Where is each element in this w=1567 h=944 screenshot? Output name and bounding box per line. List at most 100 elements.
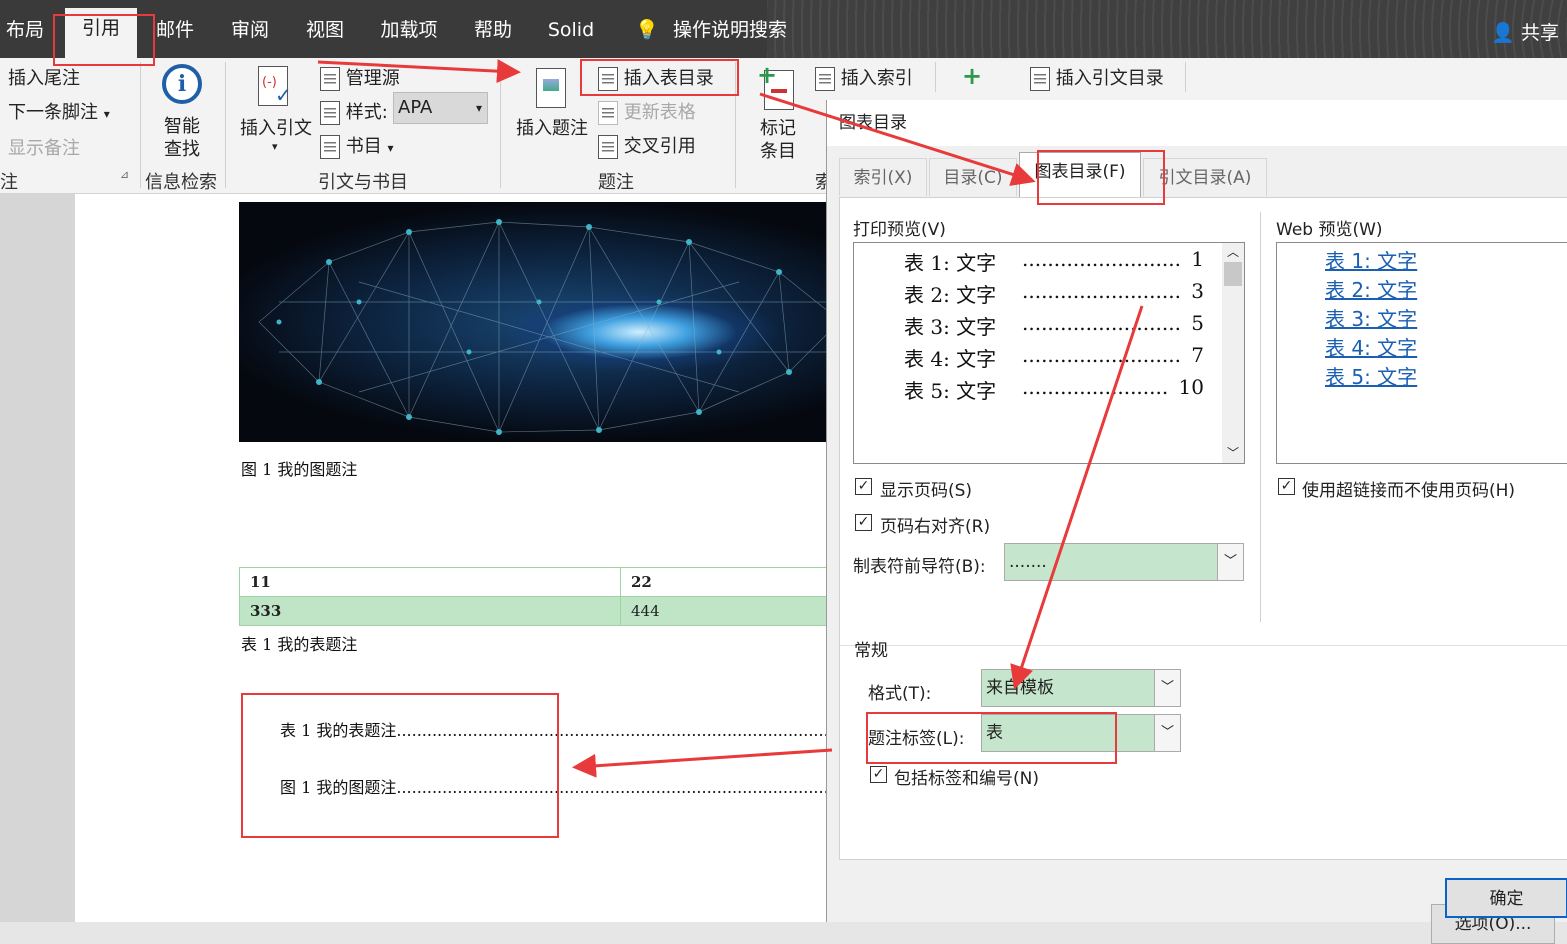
lightbulb-icon: 💡	[635, 19, 659, 41]
chevron-down-icon[interactable]: ▾	[272, 140, 278, 153]
style-icon	[320, 101, 340, 125]
tab-solid[interactable]: Solid	[540, 10, 602, 50]
chevron-down-icon[interactable]: ﹀	[1154, 670, 1180, 706]
smart-lookup-label-2[interactable]: 查找	[164, 135, 200, 161]
citations-group-label: 引文与书目	[318, 172, 408, 193]
table-cell[interactable]: 22	[620, 567, 829, 597]
update-table-icon	[598, 101, 618, 125]
footnotes-group-label: 注	[0, 172, 18, 193]
tab-mailings[interactable]: 邮件	[148, 10, 202, 50]
web-preview-label: Web 预览(W)	[1276, 220, 1383, 240]
table-caption: 表 1 我的表题注	[241, 635, 358, 654]
cross-reference-button[interactable]: 交叉引用	[598, 132, 696, 159]
web-preview-link[interactable]: 表 1: 文字	[1325, 245, 1417, 274]
web-preview-link[interactable]: 表 3: 文字	[1325, 303, 1417, 332]
insert-toa-label: 插入引文目录	[1055, 68, 1164, 89]
table-cell[interactable]: 444	[620, 596, 829, 626]
show-page-numbers-label: 显示页码(S)	[880, 481, 973, 501]
chevron-down-icon[interactable]: ﹀	[1154, 715, 1180, 751]
mark-entry-label-2[interactable]: 条目	[760, 137, 796, 163]
tell-me-search[interactable]: 操作说明搜索	[670, 10, 790, 50]
manage-sources-label: 管理源	[345, 68, 400, 89]
right-align-checkbox[interactable]: ✓	[855, 514, 872, 531]
print-preview-line: 表 4: 文字.................................…	[904, 343, 1204, 371]
table-cell[interactable]: 333	[239, 596, 621, 626]
annotation-box-insert-tof	[580, 59, 739, 96]
tab-leader-select[interactable]: ....... ﹀	[1004, 543, 1244, 581]
insert-endnote-button[interactable]: 插入尾注	[8, 64, 80, 90]
web-preview-link[interactable]: 表 2: 文字	[1325, 274, 1417, 303]
mark-entry-icon: +	[757, 61, 794, 110]
show-notes-button: 显示备注	[8, 138, 80, 159]
use-hyperlinks-checkbox[interactable]: ✓	[1278, 478, 1295, 495]
divider	[225, 62, 226, 188]
document-margin	[0, 194, 75, 922]
divider	[840, 645, 1567, 646]
insert-citation-button[interactable]: 插入引文	[240, 114, 312, 140]
include-label-label: 包括标签和编号(N)	[894, 769, 1039, 789]
update-table-label: 更新表格	[623, 102, 696, 123]
network-image	[239, 202, 829, 442]
print-preview-line: 表 5: 文字.................................…	[904, 375, 1204, 403]
annotation-box-tof-result	[241, 693, 559, 838]
insert-table-of-authorities-button[interactable]: 插入引文目录	[1030, 64, 1164, 91]
dialog-launcher-icon[interactable]: ⊿	[120, 168, 129, 181]
web-preview-box[interactable]: 表 1: 文字 表 2: 文字 表 3: 文字 表 4: 文字 表 5: 文字	[1276, 242, 1567, 464]
tab-toc[interactable]: 目录(C)	[929, 158, 1017, 196]
print-preview-label: 打印预览(V)	[853, 220, 946, 240]
manage-sources-button[interactable]: 管理源	[320, 64, 400, 91]
divider	[1260, 212, 1261, 622]
insert-index-label: 插入索引	[840, 68, 913, 89]
mark-citation-icon: +	[962, 62, 983, 90]
divider	[500, 62, 501, 188]
print-preview-box[interactable]: 表 1: 文字.................................…	[853, 242, 1245, 464]
chevron-down-icon[interactable]: ﹀	[1217, 544, 1243, 580]
tab-layout[interactable]: 布局	[0, 10, 50, 50]
right-align-label: 页码右对齐(R)	[880, 517, 991, 537]
style-label-text: 样式:	[345, 102, 388, 123]
formats-select[interactable]: 来自模板 ﹀	[981, 669, 1181, 707]
next-footnote-button[interactable]: 下一条脚注 ▾	[8, 98, 110, 124]
show-page-numbers-checkbox[interactable]: ✓	[855, 478, 872, 495]
table-row: 333 444	[239, 596, 829, 626]
use-hyperlinks-label: 使用超链接而不使用页码(H)	[1302, 481, 1516, 501]
table-row: 11 22	[239, 567, 829, 597]
style-select[interactable]: APA	[393, 92, 488, 124]
share-button[interactable]: 👤 共享	[1491, 18, 1559, 45]
insert-index-button[interactable]: 插入索引	[815, 64, 913, 91]
tab-help[interactable]: 帮助	[466, 10, 520, 50]
person-icon: 👤	[1491, 22, 1515, 44]
figure-caption: 图 1 我的图题注	[241, 460, 358, 479]
divider	[935, 62, 936, 92]
divider	[1185, 62, 1186, 92]
divider	[140, 62, 141, 188]
bibliography-button[interactable]: 书目 ▾	[320, 132, 394, 159]
scroll-up-icon[interactable]: ︿	[1222, 243, 1244, 260]
tab-view[interactable]: 视图	[297, 10, 353, 50]
print-preview-line: 表 3: 文字.................................…	[904, 311, 1204, 339]
include-label-checkbox[interactable]: ✓	[870, 766, 887, 783]
network-graphic	[258, 219, 829, 435]
chevron-down-icon: ▾	[387, 141, 394, 155]
tab-addins[interactable]: 加载项	[372, 10, 446, 50]
cross-reference-icon	[598, 135, 618, 159]
chevron-down-icon: ▾	[103, 107, 110, 121]
table-of-authorities-icon	[1030, 67, 1050, 91]
research-group-label: 信息检索	[145, 172, 217, 193]
print-preview-line: 表 1: 文字.................................…	[904, 247, 1204, 275]
annotation-box-references-tab	[53, 14, 155, 66]
dialog-title: 图表目录	[827, 100, 1567, 146]
web-preview-link[interactable]: 表 4: 文字	[1325, 332, 1417, 361]
tab-review[interactable]: 审阅	[222, 10, 278, 50]
scroll-down-icon[interactable]: ﹀	[1222, 444, 1244, 461]
insert-caption-button[interactable]: 插入题注	[516, 114, 588, 140]
web-preview-link[interactable]: 表 5: 文字	[1325, 361, 1417, 390]
ribbon-tab-bar: 布局 引用 邮件 审阅 视图 加载项 帮助 Solid 💡 操作说明搜索 👤 共…	[0, 0, 1567, 58]
preview-scrollbar[interactable]: ︿ ﹀	[1222, 243, 1244, 463]
formats-label: 格式(T):	[868, 684, 932, 704]
scroll-thumb[interactable]	[1224, 262, 1242, 286]
bibliography-label: 书目	[345, 136, 382, 157]
table-cell[interactable]: 11	[239, 567, 621, 597]
tab-index[interactable]: 索引(X)	[839, 158, 927, 196]
ok-button[interactable]: 确定	[1445, 878, 1567, 918]
